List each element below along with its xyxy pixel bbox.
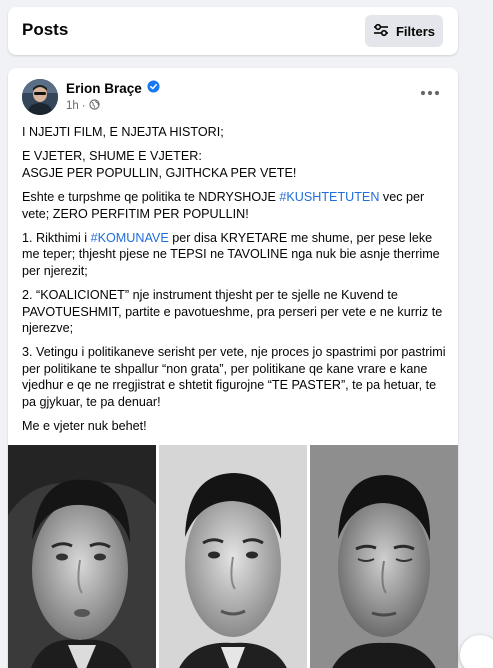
verified-badge-icon: [147, 80, 160, 96]
chat-bubble-icon[interactable]: [460, 635, 493, 668]
post-text-segment: I NJEJTI FILM, E NJEJTA HISTORI;: [22, 125, 224, 139]
post-text-segment: Eshte e turpshme qe politika te NDRYSHOJ…: [22, 190, 280, 205]
post-paragraph: E VJETER, SHUME E VJETER: ASGJE PER POPUL…: [22, 148, 450, 181]
author-name-label: Erion Braçe: [66, 80, 142, 96]
post-paragraph: Eshte e turpshme qe politika te NDRYSHOJ…: [22, 189, 450, 222]
post-photo-2[interactable]: [159, 445, 307, 668]
more-options-button[interactable]: [418, 84, 442, 100]
post-photos[interactable]: [8, 445, 458, 668]
post-text-segment: 3. Vetingu i politikaneve serisht per ve…: [22, 345, 446, 409]
post-text-segment: 1. Rikthimi i: [22, 231, 91, 246]
post-text: I NJEJTI FILM, E NJEJTA HISTORI; E VJETER…: [22, 124, 450, 443]
post-text-segment: Me e vjeter nuk behet!: [22, 419, 147, 434]
meta-separator: ·: [81, 100, 86, 112]
post-paragraph: I NJEJTI FILM, E NJEJTA HISTORI;: [22, 124, 450, 140]
post-photo-3[interactable]: [310, 445, 458, 668]
post-paragraph: Me e vjeter nuk behet!: [22, 418, 450, 434]
post-paragraph: 3. Vetingu i politikaneve serisht per ve…: [22, 344, 450, 410]
author-name[interactable]: Erion Braçe: [66, 80, 160, 96]
sliders-icon: [373, 23, 389, 40]
post-time[interactable]: 1h: [66, 100, 79, 112]
post-paragraph: 2. “KOALICIONET” nje instrument thjesht …: [22, 287, 450, 336]
post-card: Erion Braçe 1h · I NJEJTI FILM, E NJEJTA…: [8, 68, 458, 668]
post-text-segment: ASGJE PER POPULLIN, GJITHCKA PER VETE!: [22, 165, 297, 180]
post-paragraph: 1. Rikthimi i #KOMUNAVE per disa KRYETAR…: [22, 230, 450, 279]
more-dots-icon: [420, 83, 440, 101]
filters-button[interactable]: Filters: [365, 15, 443, 47]
page-title: Posts: [22, 20, 69, 39]
filters-label: Filters: [395, 23, 435, 39]
hashtag-link[interactable]: #KOMUNAVE: [91, 231, 169, 245]
post-photo-1[interactable]: [8, 445, 156, 668]
globe-icon[interactable]: [89, 99, 100, 113]
post-meta: 1h ·: [66, 99, 100, 113]
post-text-segment: 2. “KOALICIONET” nje instrument thjesht …: [22, 288, 443, 336]
post-text-segment: E VJETER, SHUME E VJETER:: [22, 149, 202, 164]
hashtag-link[interactable]: #KUSHTETUTEN: [279, 190, 379, 204]
posts-header-card: Posts Filters: [8, 7, 458, 55]
avatar[interactable]: [22, 79, 58, 115]
